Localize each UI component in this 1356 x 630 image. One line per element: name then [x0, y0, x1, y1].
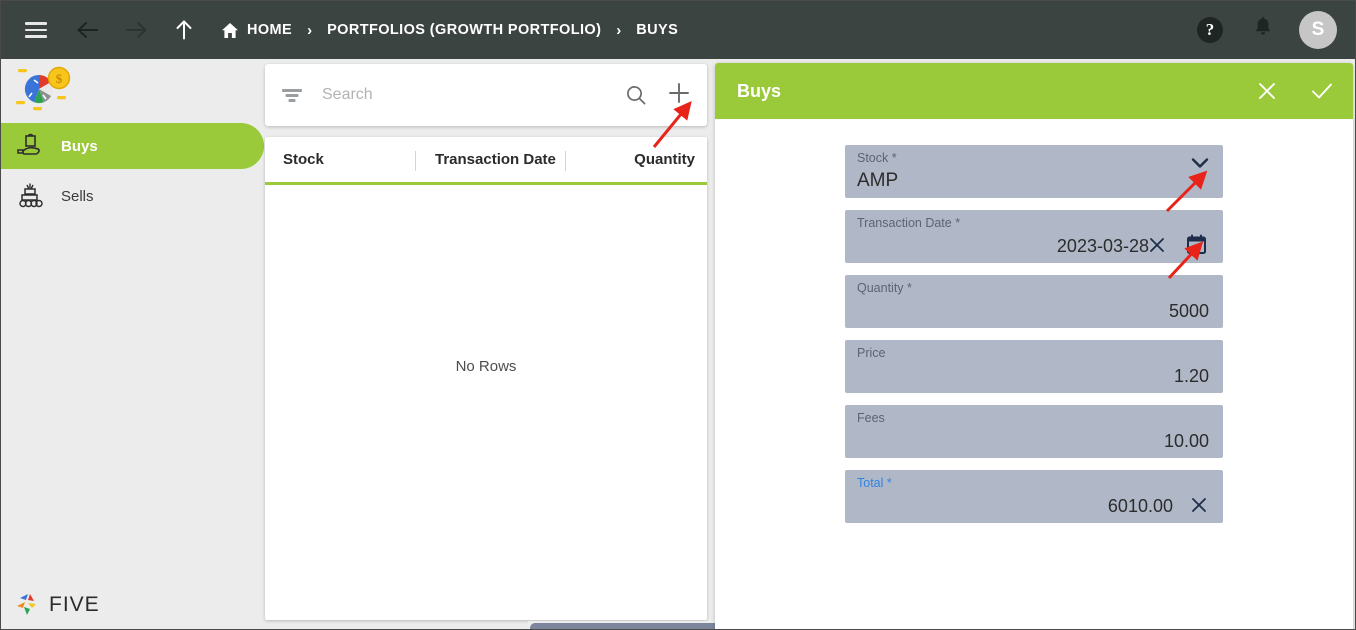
arrow-right-icon[interactable] — [123, 19, 149, 41]
hand-with-coins-icon — [15, 182, 43, 210]
cancel-button[interactable] — [1255, 79, 1279, 103]
sidebar-item-label: Sells — [61, 187, 94, 205]
calendar-icon[interactable] — [1186, 234, 1207, 255]
bell-icon[interactable] — [1253, 16, 1273, 44]
filter-icon[interactable] — [281, 87, 303, 103]
form-fields: Stock * AMP Transaction Date * 2023-03-2… — [715, 119, 1353, 523]
column-header-stock[interactable]: Stock — [283, 151, 324, 168]
help-label: ? — [1205, 20, 1215, 39]
clear-date-button[interactable] — [1147, 235, 1167, 255]
avatar[interactable]: S — [1299, 11, 1337, 49]
avatar-initial: S — [1311, 19, 1325, 40]
top-bar-actions: ? S — [1197, 1, 1337, 59]
field-label: Quantity * — [857, 281, 912, 295]
search-icon[interactable] — [625, 84, 647, 106]
field-value: 2023-03-28 — [1056, 236, 1149, 256]
search-bar — [265, 64, 707, 126]
field-transaction-date[interactable]: Transaction Date * 2023-03-28 — [845, 210, 1223, 263]
field-value: AMP — [857, 170, 899, 191]
column-header-transaction-date[interactable]: Transaction Date — [435, 151, 556, 168]
add-record-button[interactable] — [667, 81, 691, 110]
empty-state-message: No Rows — [455, 358, 517, 375]
field-value: 1.20 — [1173, 366, 1209, 386]
help-circle-icon[interactable]: ? — [1197, 17, 1223, 43]
form-header-actions — [1225, 63, 1335, 119]
sidebar-item-buys[interactable]: Buys — [1, 123, 264, 169]
sidebar: $ Buys Sells FIVE — [1, 59, 264, 629]
five-brand-name: FIVE — [49, 593, 100, 616]
grid-header-row: Stock Transaction Date Quantity — [265, 137, 707, 185]
records-grid: Stock Transaction Date Quantity No Rows — [265, 137, 707, 620]
field-price[interactable]: Price 1.20 — [845, 340, 1223, 393]
save-button[interactable] — [1309, 78, 1335, 104]
five-pinwheel-logo — [17, 594, 36, 615]
field-value: 6010.00 — [1107, 496, 1173, 516]
search-input[interactable] — [322, 86, 625, 104]
field-quantity[interactable]: Quantity * 5000 — [845, 275, 1223, 328]
arrow-up-icon[interactable] — [173, 19, 195, 41]
form-title: Buys — [737, 80, 782, 101]
breadcrumb-separator-icon: › — [307, 21, 313, 39]
breadcrumb-item-portfolios[interactable]: PORTFOLIOS (GROWTH PORTFOLIO) — [327, 22, 601, 38]
form-header: Buys — [715, 63, 1353, 119]
column-divider[interactable] — [565, 151, 566, 171]
breadcrumb-item-home[interactable]: HOME — [247, 22, 292, 38]
record-list-panel: Stock Transaction Date Quantity No Rows — [264, 59, 971, 629]
chevron-down-icon[interactable] — [1189, 155, 1211, 171]
field-stock[interactable]: Stock * AMP — [845, 145, 1223, 198]
field-label: Transaction Date * — [857, 216, 961, 230]
sidebar-item-sells[interactable]: Sells — [1, 173, 264, 219]
app-window: HOME › PORTFOLIOS (GROWTH PORTFOLIO) › B… — [0, 0, 1356, 630]
field-value: 5000 — [1168, 301, 1209, 321]
clear-total-button[interactable] — [1189, 495, 1209, 515]
sidebar-nav-list: Buys Sells — [1, 123, 264, 223]
field-total[interactable]: Total * 6010.00 — [845, 470, 1223, 523]
field-label: Price — [857, 346, 886, 360]
breadcrumb: HOME › PORTFOLIOS (GROWTH PORTFOLIO) › B… — [221, 22, 678, 39]
field-fees[interactable]: Fees 10.00 — [845, 405, 1223, 458]
arrow-left-icon[interactable] — [75, 19, 101, 41]
sidebar-item-label: Buys — [61, 137, 98, 155]
column-header-quantity[interactable]: Quantity — [634, 151, 695, 168]
hand-holding-bag-icon — [15, 132, 43, 160]
svg-text:$: $ — [56, 71, 63, 86]
portfolio-pie-chart-logo: $ — [15, 66, 71, 121]
top-navigation-bar: HOME › PORTFOLIOS (GROWTH PORTFOLIO) › B… — [1, 1, 1355, 59]
field-value: 10.00 — [1163, 431, 1209, 451]
breadcrumb-item-buys[interactable]: BUYS — [636, 22, 678, 38]
field-label: Total * — [857, 476, 892, 490]
column-divider[interactable] — [415, 151, 416, 171]
home-icon[interactable] — [221, 22, 239, 39]
hamburger-menu-icon[interactable] — [25, 22, 47, 38]
five-brand-logo: FIVE — [14, 591, 100, 619]
field-label: Stock * — [857, 151, 897, 165]
breadcrumb-separator-icon: › — [616, 21, 622, 39]
buys-form-panel: Buys Stock * AMP Transaction Date * 2023… — [715, 63, 1353, 629]
field-label: Fees — [857, 411, 885, 425]
